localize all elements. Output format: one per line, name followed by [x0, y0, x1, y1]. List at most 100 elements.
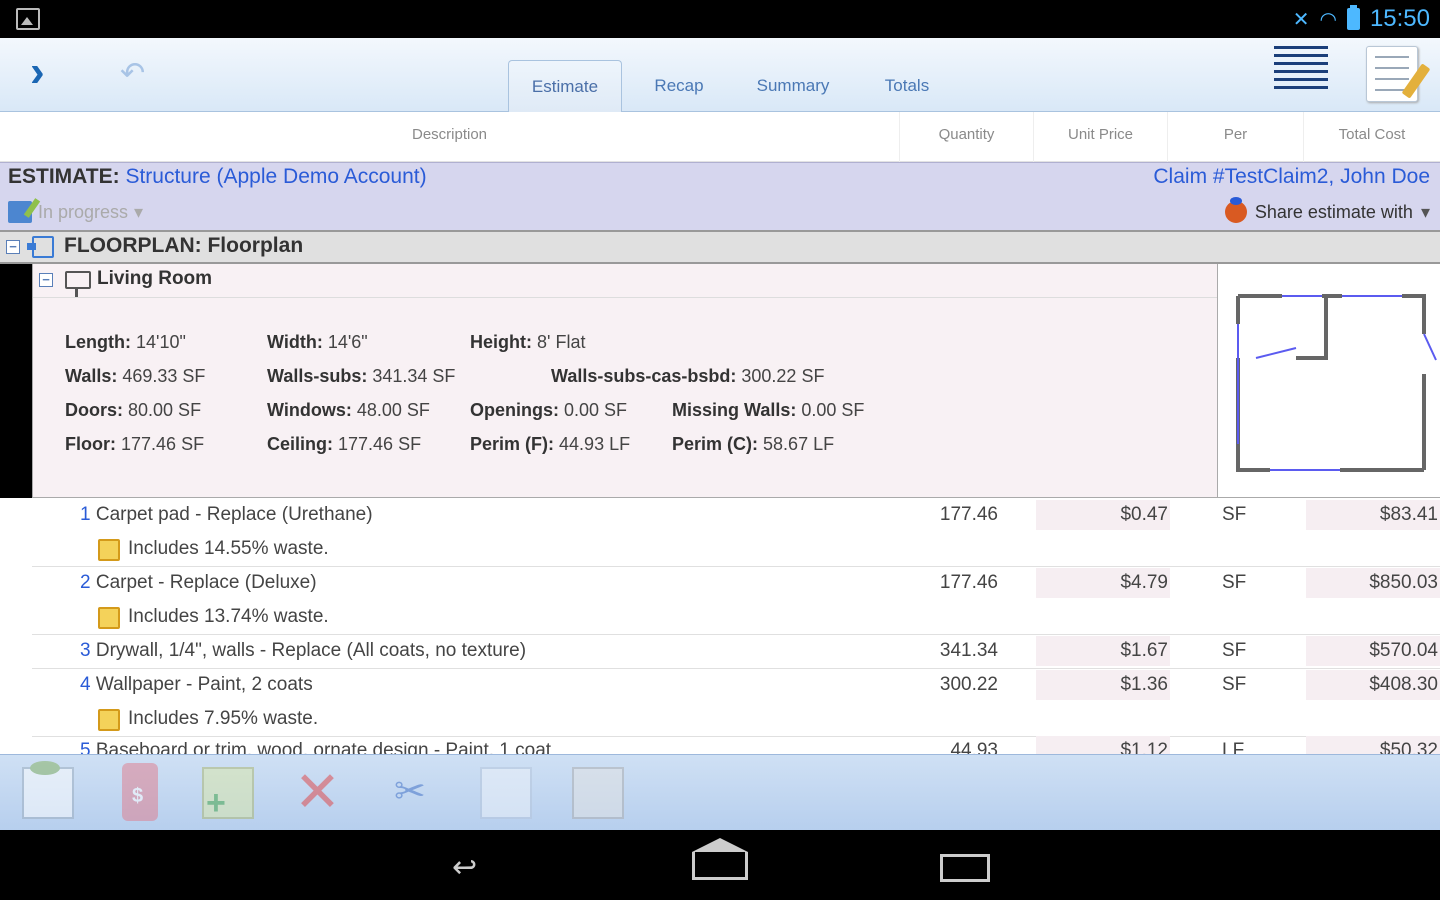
tab-estimate[interactable]: Estimate	[508, 60, 622, 112]
estimate-prefix: ESTIMATE:	[8, 165, 120, 188]
floorplan-icon	[27, 236, 54, 258]
system-nav-bar: ↩	[0, 830, 1440, 900]
document-icon[interactable]	[22, 761, 74, 819]
back-icon[interactable]: ↩	[452, 850, 477, 885]
measure-walls: Walls: 469.33 SF	[65, 366, 206, 386]
line-item-quantity: 300.22	[939, 674, 998, 695]
floorplan-group[interactable]: − FLOORPLAN: Floorplan	[0, 230, 1440, 264]
room-name: Living Room	[97, 268, 213, 289]
line-item-quantity: 44.93	[950, 740, 998, 754]
measure-missing-walls: Missing Walls: 0.00 SF	[672, 400, 865, 420]
line-item-row[interactable]: 4 Wallpaper - Paint, 2 coats 300.22 $1.3…	[32, 670, 1440, 704]
add-item-icon[interactable]	[202, 767, 254, 823]
column-unit-price[interactable]: Unit Price	[1034, 112, 1168, 162]
note-icon	[98, 607, 120, 629]
line-item-description: 2 Carpet - Replace (Deluxe)	[80, 572, 317, 593]
measure-openings: Openings: 0.00 SF	[470, 400, 628, 420]
line-item-description: 1 Carpet pad - Replace (Urethane)	[80, 504, 373, 525]
measure-perim-f: Perim (F): 44.93 LF	[470, 434, 631, 454]
column-quantity[interactable]: Quantity	[900, 112, 1034, 162]
line-items-list: 1 Carpet pad - Replace (Urethane) 177.46…	[0, 498, 1440, 754]
bottom-toolbar: ✕ ✂	[0, 754, 1440, 830]
app-toolbar: › ↶ Estimate Recap Summary Totals	[0, 38, 1440, 112]
measure-length: Length: 14'10"	[65, 332, 186, 352]
share-label: Share estimate with	[1254, 201, 1413, 222]
share-estimate-dropdown[interactable]: Share estimate with ▾	[1224, 197, 1430, 223]
estimate-header: ESTIMATE: Structure (Apple Demo Account)…	[0, 162, 1440, 230]
column-headers: Description Quantity Unit Price Per Tota…	[0, 112, 1440, 162]
note-icon	[98, 539, 120, 561]
undo-icon[interactable]: ↶	[120, 56, 145, 91]
line-item-description: 3 Drywall, 1/4", walls - Replace (All co…	[80, 640, 527, 661]
room-sketch-thumbnail[interactable]	[1218, 264, 1440, 498]
note-icon	[98, 709, 120, 731]
collapse-icon[interactable]: −	[6, 240, 20, 254]
recents-icon[interactable]	[940, 854, 990, 882]
line-item-row[interactable]: 3 Drywall, 1/4", walls - Replace (All co…	[32, 636, 1440, 670]
status-dropdown[interactable]: In progress ▾	[8, 201, 143, 223]
clock: 15:50	[1369, 5, 1430, 32]
line-item-total: $408.30	[1306, 670, 1440, 700]
column-description[interactable]: Description	[0, 112, 900, 162]
gallery-notification-icon	[16, 8, 40, 30]
measure-height: Height: 8' Flat	[470, 332, 586, 352]
mute-icon: ✕	[1292, 8, 1310, 31]
measure-floor: Floor: 177.46 SF	[65, 434, 205, 454]
tab-summary[interactable]: Summary	[736, 60, 850, 112]
line-item-unit-price: $4.79	[1036, 568, 1170, 598]
home-icon[interactable]	[692, 838, 748, 880]
dropdown-arrow-icon: ▾	[134, 201, 144, 222]
dropdown-arrow-icon: ▾	[1420, 201, 1430, 222]
copy-icon[interactable]	[480, 767, 532, 819]
room-header[interactable]: − Living Room	[33, 264, 1217, 298]
paste-icon[interactable]	[572, 767, 624, 819]
status-bar: ✕ ◠ 15:50	[0, 0, 1440, 38]
line-item-row[interactable]: 5 Baseboard or trim, wood, ornate design…	[32, 736, 1440, 754]
collapse-icon[interactable]: −	[39, 273, 53, 287]
delete-icon[interactable]: ✕	[294, 764, 346, 820]
line-item-quantity: 341.34	[939, 640, 998, 661]
row-divider	[32, 566, 1440, 567]
line-item-note[interactable]: Includes 14.55% waste.	[98, 534, 329, 564]
tab-recap[interactable]: Recap	[622, 60, 736, 112]
forward-chevron-icon[interactable]: ›	[30, 50, 45, 94]
line-item-per: SF	[1222, 640, 1247, 661]
tab-totals[interactable]: Totals	[850, 60, 964, 112]
row-divider	[32, 634, 1440, 635]
claim-link[interactable]: Claim #TestClaim2, John Doe	[1153, 165, 1430, 189]
measure-doors: Doors: 80.00 SF	[65, 400, 202, 420]
row-divider	[32, 668, 1440, 669]
line-item-unit-price: $0.47	[1036, 500, 1170, 530]
measure-perim-c: Perim (C): 58.67 LF	[672, 434, 835, 454]
line-item-per: LF	[1222, 740, 1245, 754]
list-view-icon[interactable]	[1274, 46, 1328, 98]
line-item-note[interactable]: Includes 7.95% waste.	[98, 704, 318, 734]
line-item-note[interactable]: Includes 13.74% waste.	[98, 602, 329, 632]
line-item-total: $850.03	[1306, 568, 1440, 598]
line-item-total: $50.32	[1306, 736, 1440, 754]
measure-walls-subs: Walls-subs: 341.34 SF	[267, 366, 456, 386]
share-person-icon	[1224, 197, 1247, 223]
line-item-unit-price: $1.36	[1036, 670, 1170, 700]
battery-icon	[1346, 5, 1360, 30]
line-item-per: SF	[1222, 674, 1247, 695]
column-per[interactable]: Per	[1168, 112, 1304, 162]
estimate-name-link[interactable]: Structure (Apple Demo Account)	[125, 165, 426, 188]
line-item-quantity: 177.46	[939, 504, 998, 525]
measure-ceiling: Ceiling: 177.46 SF	[267, 434, 422, 454]
cut-icon[interactable]: ✂	[394, 767, 446, 819]
room-sketch-drawing	[1236, 294, 1437, 472]
line-item-row[interactable]: 2 Carpet - Replace (Deluxe) 177.46 $4.79…	[32, 568, 1440, 602]
price-tag-icon[interactable]	[122, 763, 158, 821]
line-item-row[interactable]: 1 Carpet pad - Replace (Urethane) 177.46…	[32, 500, 1440, 534]
measure-width: Width: 14'6"	[267, 332, 368, 352]
room-icon	[65, 271, 91, 297]
measure-walls-subs-cas: Walls-subs-cas-bsbd: 300.22 SF	[551, 366, 825, 386]
notes-edit-icon[interactable]	[1366, 46, 1431, 102]
column-total-cost[interactable]: Total Cost	[1304, 112, 1440, 162]
measure-windows: Windows: 48.00 SF	[267, 400, 430, 420]
line-item-description: 4 Wallpaper - Paint, 2 coats	[80, 674, 313, 695]
line-item-per: SF	[1222, 504, 1247, 525]
line-item-per: SF	[1222, 572, 1247, 593]
line-item-unit-price: $1.12	[1036, 736, 1170, 754]
